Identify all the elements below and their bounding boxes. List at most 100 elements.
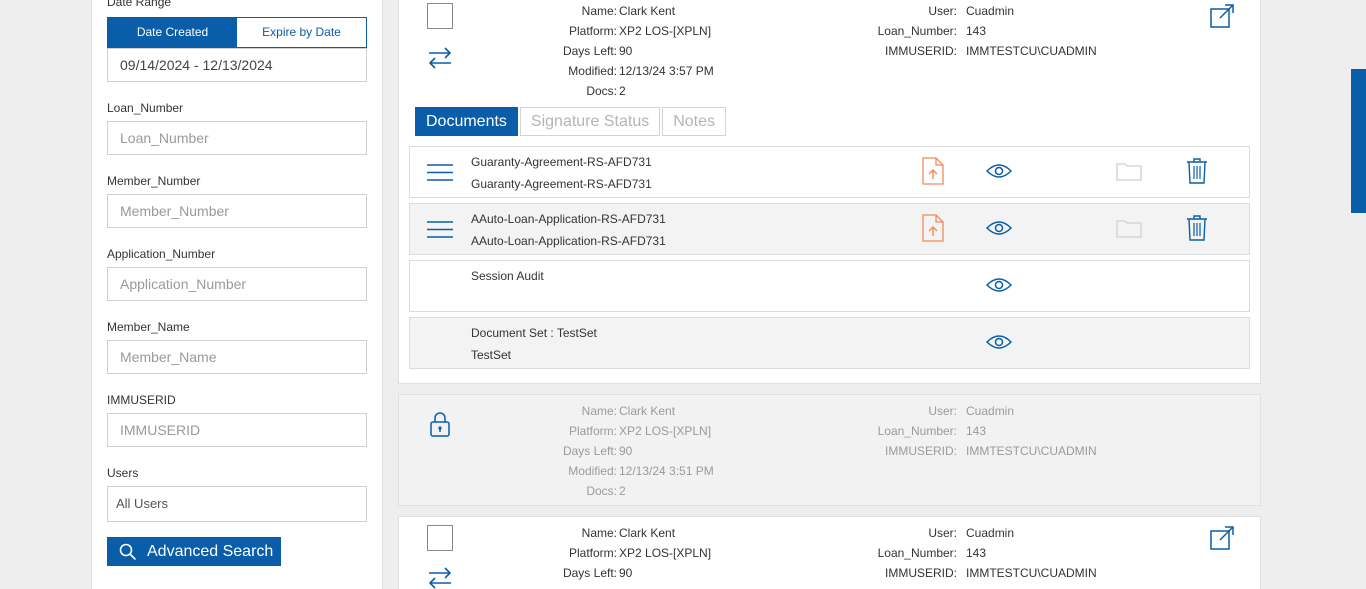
days-left-key: Days Left: [562, 566, 617, 580]
days-left-value: 90 [619, 566, 633, 580]
side-panel-tab[interactable] [1351, 69, 1366, 213]
modified-value: 12/13/24 3:51 PM [619, 464, 714, 478]
immuserid-value: IMMTESTCU\CUADMIN [966, 566, 1097, 580]
member-number-input[interactable]: Member_Number [107, 194, 367, 228]
date-created-tab[interactable]: Date Created [108, 18, 237, 47]
application-number-label: Application_Number [107, 247, 216, 261]
loan-number-value: 143 [966, 424, 987, 438]
name-key: Name: [581, 4, 617, 18]
platform-value: XP2 LOS-[XPLN] [619, 424, 712, 438]
immuserid-key: IMMUSERID: [885, 566, 957, 580]
days-left-key: Days Left: [562, 44, 617, 58]
tab-documents[interactable]: Documents [415, 107, 518, 136]
user-key: User: [928, 4, 957, 18]
select-checkbox[interactable] [427, 3, 453, 29]
document-title: Session Audit [471, 269, 544, 283]
loan-number-key: Loan_Number: [877, 424, 957, 438]
name-value: Clark Kent [619, 526, 676, 540]
user-key: User: [928, 404, 957, 418]
open-external-icon[interactable] [1209, 3, 1235, 29]
advanced-search-button[interactable]: Advanced Search [107, 537, 281, 566]
lock-icon [430, 412, 450, 437]
users-select[interactable]: All Users [107, 486, 367, 522]
drag-handle-icon[interactable] [427, 164, 453, 181]
docs-key: Docs: [586, 84, 617, 98]
name-key: Name: [581, 404, 617, 418]
view-eye-icon[interactable] [986, 220, 1012, 236]
upload-file-icon[interactable] [922, 157, 944, 185]
platform-key: Platform: [568, 546, 617, 560]
date-range-label: Date Range [107, 0, 172, 9]
users-label: Users [107, 466, 139, 480]
loan-number-key: Loan_Number: [877, 546, 957, 560]
result-card: Name: Clark Kent Platform: XP2 LOS-[XPLN… [398, 0, 1261, 384]
tab-notes[interactable]: Notes [662, 107, 727, 136]
loan-number-label: Loan_Number [107, 101, 184, 115]
user-value: Cuadmin [966, 4, 1015, 18]
document-row: Guaranty-Agreement-RS-AFD731 Guaranty-Ag… [409, 146, 1250, 198]
platform-value: XP2 LOS-[XPLN] [619, 24, 712, 38]
document-title: AAuto-Loan-Application-RS-AFD731 [471, 212, 666, 226]
document-row: Session Audit [409, 260, 1250, 312]
open-external-icon[interactable] [1209, 525, 1235, 551]
member-name-label: Member_Name [107, 320, 190, 334]
document-row: Document Set : TestSet TestSet [409, 317, 1250, 369]
days-left-key: Days Left: [562, 444, 617, 458]
docs-value: 2 [619, 484, 626, 498]
immuserid-value: IMMTESTCU\CUADMIN [966, 444, 1097, 458]
drag-handle-icon[interactable] [427, 221, 453, 238]
immuserid-input[interactable]: IMMUSERID [107, 413, 367, 447]
platform-value: XP2 LOS-[XPLN] [619, 546, 712, 560]
modified-key: Modified: [568, 464, 617, 478]
immuserid-key: IMMUSERID: [885, 444, 957, 458]
search-icon [119, 543, 137, 560]
trash-icon[interactable] [1186, 214, 1208, 241]
name-value: Clark Kent [619, 4, 676, 18]
loan-number-value: 143 [966, 24, 987, 38]
immuserid-key: IMMUSERID: [885, 44, 957, 58]
view-eye-icon[interactable] [986, 334, 1012, 350]
folder-icon[interactable] [1116, 161, 1142, 181]
select-checkbox[interactable] [427, 525, 453, 551]
folder-icon[interactable] [1116, 218, 1142, 238]
name-value: Clark Kent [619, 404, 676, 418]
document-title: Document Set : TestSet [471, 326, 597, 340]
document-subtitle: TestSet [471, 348, 512, 362]
loan-number-input[interactable]: Loan_Number [107, 121, 367, 155]
user-key: User: [928, 526, 957, 540]
trash-icon[interactable] [1186, 157, 1208, 184]
document-subtitle: AAuto-Loan-Application-RS-AFD731 [471, 234, 666, 248]
immuserid-label: IMMUSERID [107, 393, 176, 407]
member-name-input[interactable]: Member_Name [107, 340, 367, 374]
view-eye-icon[interactable] [986, 277, 1012, 293]
days-left-value: 90 [619, 44, 633, 58]
docs-value: 2 [619, 84, 626, 98]
days-left-value: 90 [619, 444, 633, 458]
result-card-locked: Name: Clark Kent Platform: XP2 LOS-[XPLN… [398, 394, 1261, 506]
view-eye-icon[interactable] [986, 163, 1012, 179]
modified-key: Modified: [568, 64, 617, 78]
user-value: Cuadmin [966, 404, 1015, 418]
expire-by-date-tab[interactable]: Expire by Date [237, 18, 366, 47]
user-value: Cuadmin [966, 526, 1015, 540]
advanced-search-label: Advanced Search [147, 543, 274, 560]
loan-number-value: 143 [966, 546, 987, 560]
filter-panel: Date Range Date Created Expire by Date 0… [91, 0, 383, 589]
member-number-label: Member_Number [107, 174, 201, 188]
tab-signature-status[interactable]: Signature Status [519, 107, 661, 136]
swap-arrows-icon[interactable] [426, 565, 454, 589]
platform-key: Platform: [568, 424, 617, 438]
modified-value: 12/13/24 3:57 PM [619, 64, 714, 78]
result-card: Name: Clark Kent Platform: XP2 LOS-[XPLN… [398, 516, 1261, 589]
application-number-input[interactable]: Application_Number [107, 267, 367, 301]
docs-key: Docs: [586, 484, 617, 498]
card-tabs: Documents Signature Status Notes [415, 107, 728, 136]
name-key: Name: [581, 526, 617, 540]
date-range-input[interactable]: 09/14/2024 - 12/13/2024 [107, 48, 367, 82]
platform-key: Platform: [568, 24, 617, 38]
swap-arrows-icon[interactable] [426, 45, 454, 71]
date-type-toggle: Date Created Expire by Date [107, 17, 367, 48]
upload-file-icon[interactable] [922, 214, 944, 242]
loan-number-key: Loan_Number: [877, 24, 957, 38]
document-subtitle: Guaranty-Agreement-RS-AFD731 [471, 177, 652, 191]
